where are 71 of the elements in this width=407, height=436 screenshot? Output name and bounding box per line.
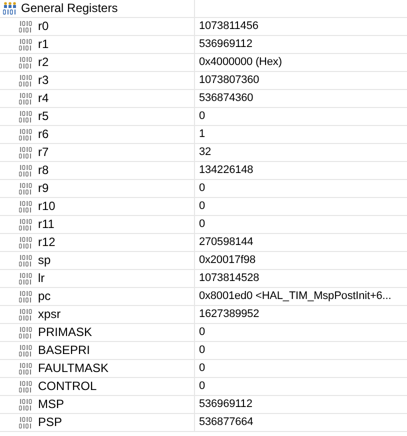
register-value: 536969112 bbox=[199, 37, 252, 52]
binary-icon bbox=[19, 92, 32, 104]
binary-icon bbox=[19, 164, 32, 176]
binary-icon bbox=[19, 362, 32, 374]
register-name: r11 bbox=[38, 217, 54, 232]
binary-icon bbox=[19, 218, 32, 230]
register-name: PRIMASK bbox=[38, 325, 92, 340]
register-value: 0 bbox=[199, 181, 206, 196]
binary-icon bbox=[19, 398, 32, 410]
register-value: 270598144 bbox=[199, 235, 254, 250]
register-value: 1627389952 bbox=[199, 307, 260, 322]
binary-icon bbox=[19, 416, 32, 428]
binary-icon bbox=[19, 38, 32, 50]
register-name: lr bbox=[38, 271, 45, 286]
register-name: r10 bbox=[38, 199, 56, 214]
binary-icon bbox=[19, 308, 32, 320]
binary-icon bbox=[19, 74, 32, 86]
register-value: 1073811456 bbox=[199, 19, 258, 34]
register-value: 32 bbox=[199, 145, 212, 160]
binary-icon bbox=[19, 272, 32, 284]
register-name: r0 bbox=[38, 19, 49, 34]
register-name: r2 bbox=[38, 55, 49, 70]
register-name: FAULTMASK bbox=[38, 361, 108, 376]
register-value: 0 bbox=[199, 217, 206, 232]
register-value: 1073807360 bbox=[199, 73, 260, 88]
register-value: 0 bbox=[199, 343, 206, 358]
register-name: r5 bbox=[38, 109, 49, 124]
register-value: 0x8001ed0 <HAL_TIM_MspPostInit+6... bbox=[199, 289, 392, 304]
register-name: MSP bbox=[38, 397, 64, 412]
register-value: 134226148 bbox=[199, 163, 254, 178]
register-value: 0 bbox=[199, 379, 206, 394]
register-value: 536877664 bbox=[199, 415, 254, 430]
register-name: r8 bbox=[38, 163, 49, 178]
register-name: r6 bbox=[38, 127, 49, 142]
register-name: r4 bbox=[38, 91, 49, 106]
binary-icon bbox=[19, 254, 32, 266]
register-name: r9 bbox=[38, 181, 49, 196]
register-value: 0 bbox=[199, 361, 206, 376]
register-name: r3 bbox=[38, 73, 49, 88]
register-value: 0 bbox=[199, 109, 206, 124]
binary-icon bbox=[19, 146, 32, 158]
register-value: 536874360 bbox=[199, 91, 254, 106]
register-name: pc bbox=[38, 289, 51, 304]
register-value: 536969112 bbox=[199, 397, 252, 412]
register-value: 0 bbox=[199, 325, 206, 340]
binary-icon bbox=[19, 236, 32, 248]
binary-icon bbox=[19, 20, 32, 32]
register-value: 0x20017f98 bbox=[199, 253, 256, 268]
register-name: r1 bbox=[38, 37, 49, 52]
binary-icon bbox=[19, 182, 32, 194]
register-group-icon bbox=[3, 2, 17, 15]
binary-icon bbox=[19, 128, 32, 140]
binary-icon bbox=[19, 290, 32, 302]
group-name: General Registers bbox=[21, 1, 118, 16]
binary-icon bbox=[19, 200, 32, 212]
binary-icon bbox=[19, 56, 32, 68]
register-name: r12 bbox=[38, 235, 56, 250]
register-value: 1 bbox=[199, 127, 206, 142]
register-name: BASEPRI bbox=[38, 343, 90, 358]
binary-icon bbox=[19, 110, 32, 122]
binary-icon bbox=[19, 380, 32, 392]
register-name: sp bbox=[38, 253, 51, 268]
register-value: 1073814528 bbox=[199, 271, 260, 286]
register-name: CONTROL bbox=[38, 379, 97, 394]
register-value: 0 bbox=[199, 199, 206, 214]
register-name: r7 bbox=[38, 145, 49, 160]
register-value: 0x4000000 (Hex) bbox=[199, 55, 282, 70]
register-name: PSP bbox=[38, 415, 62, 430]
binary-icon bbox=[19, 344, 32, 356]
binary-icon bbox=[19, 326, 32, 338]
register-name: xpsr bbox=[38, 307, 61, 322]
